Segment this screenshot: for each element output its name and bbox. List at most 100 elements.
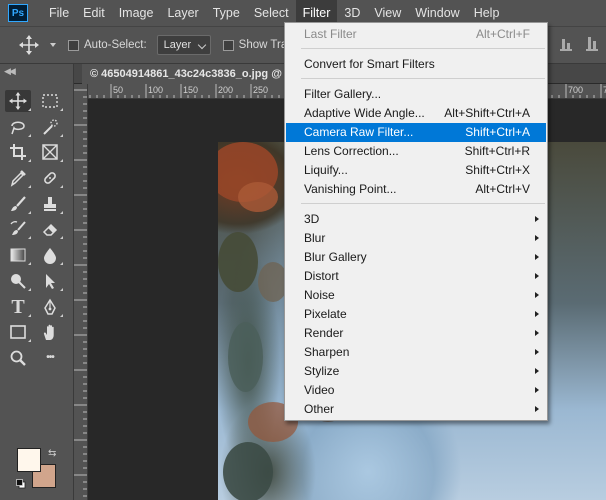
- filter-menu-item-blur[interactable]: Blur: [286, 229, 546, 248]
- auto-select-target-dropdown[interactable]: Layer: [156, 35, 211, 55]
- submenu-arrow-icon: [535, 216, 539, 222]
- menu-type[interactable]: Type: [206, 0, 247, 26]
- menu-separator: [301, 203, 545, 204]
- menu-item-label: 3D: [304, 212, 320, 226]
- filter-menu-item-other[interactable]: Other: [286, 400, 546, 419]
- menu-edit[interactable]: Edit: [76, 0, 112, 26]
- filter-menu-item-blur-gallery[interactable]: Blur Gallery: [286, 248, 546, 267]
- blur-tool-icon[interactable]: [37, 244, 63, 266]
- filter-menu-item-stylize[interactable]: Stylize: [286, 362, 546, 381]
- tool-preset-caret-icon[interactable]: [50, 43, 56, 47]
- menu-file[interactable]: File: [42, 0, 76, 26]
- dodge-tool-icon[interactable]: [5, 270, 31, 292]
- path-selection-tool-icon[interactable]: [37, 270, 63, 292]
- document-tab[interactable]: © 46504914861_43c24c3836_o.jpg @ 66: [82, 64, 287, 84]
- pen-tool-icon[interactable]: [37, 296, 63, 318]
- menu-item-shortcut: Alt+Ctrl+V: [475, 182, 530, 196]
- default-colors-icon[interactable]: [16, 478, 26, 489]
- submenu-arrow-icon: [535, 387, 539, 393]
- menu-item-shortcut: Alt+Ctrl+F: [475, 27, 530, 41]
- menu-item-shortcut: Shift+Ctrl+X: [465, 163, 530, 177]
- type-tool-icon[interactable]: T: [5, 296, 31, 318]
- submenu-arrow-icon: [535, 235, 539, 241]
- filter-menu-item-vanishing-point[interactable]: Vanishing Point... Alt+Ctrl+V: [286, 180, 546, 199]
- submenu-arrow-icon: [535, 330, 539, 336]
- clone-stamp-tool-icon[interactable]: [37, 193, 63, 215]
- type-tool-glyph: T: [11, 295, 25, 318]
- menu-item-label: Blur Gallery: [304, 250, 367, 264]
- lasso-tool-icon[interactable]: [5, 116, 31, 138]
- menu-item-label: Noise: [304, 288, 335, 302]
- menu-item-label: Other: [304, 402, 335, 416]
- tools-panel: ◀◀ T ••• ⇆: [0, 64, 74, 500]
- marquee-tool-icon[interactable]: [37, 90, 63, 112]
- menu-item-label: Convert for Smart Filters: [304, 57, 435, 71]
- auto-select-label: Auto-Select:: [84, 39, 147, 51]
- filter-menu-item-render[interactable]: Render: [286, 324, 546, 343]
- align-bottom-icon[interactable]: [560, 35, 572, 51]
- history-brush-tool-icon[interactable]: [5, 218, 31, 240]
- gradient-tool-icon[interactable]: [5, 244, 31, 266]
- eraser-tool-icon[interactable]: [37, 218, 63, 240]
- filter-menu-item-convert-for-smart-filters[interactable]: Convert for Smart Filters: [286, 55, 546, 74]
- eyedropper-tool-icon[interactable]: [5, 167, 31, 189]
- filter-menu-item-video[interactable]: Video: [286, 381, 546, 400]
- filter-menu-item-liquify[interactable]: Liquify... Shift+Ctrl+X: [286, 161, 546, 180]
- tools-grid: T •••: [5, 90, 69, 373]
- photoshop-logo-icon: Ps: [8, 4, 28, 22]
- brush-tool-icon[interactable]: [5, 193, 31, 215]
- filter-menu-item-distort[interactable]: Distort: [286, 267, 546, 286]
- menu-layer[interactable]: Layer: [160, 0, 205, 26]
- show-transform-controls-label: Show Tra: [238, 39, 288, 51]
- menu-separator: [301, 48, 545, 49]
- filter-menu-item-filter-gallery[interactable]: Filter Gallery...: [286, 85, 546, 104]
- filter-menu-item-noise[interactable]: Noise: [286, 286, 546, 305]
- submenu-arrow-icon: [535, 368, 539, 374]
- align-bottom-alt-icon[interactable]: [586, 35, 598, 51]
- auto-select-checkbox[interactable]: [68, 39, 79, 51]
- filter-menu-item-3d[interactable]: 3D: [286, 210, 546, 229]
- menu-item-shortcut: Shift+Ctrl+R: [464, 144, 530, 158]
- submenu-arrow-icon: [535, 349, 539, 355]
- menu-item-label: Pixelate: [304, 307, 347, 321]
- chevron-down-icon: [197, 40, 206, 50]
- filter-menu-item-lens-correction[interactable]: Lens Correction... Shift+Ctrl+R: [286, 142, 546, 161]
- move-tool-icon[interactable]: [5, 90, 31, 112]
- submenu-arrow-icon: [535, 292, 539, 298]
- photoshop-window: Ps File Edit Image Layer Type Select Filter 3D V…: [0, 0, 606, 500]
- ruler-label: 150: [183, 85, 199, 95]
- rectangle-tool-icon[interactable]: [5, 321, 31, 343]
- menu-item-shortcut: Shift+Ctrl+A: [465, 125, 530, 139]
- color-swatches: ⇆: [16, 448, 62, 494]
- filter-menu-item-sharpen[interactable]: Sharpen: [286, 343, 546, 362]
- ruler-label: 200: [218, 85, 234, 95]
- menu-image[interactable]: Image: [112, 0, 161, 26]
- align-controls: [560, 35, 598, 51]
- move-options-icon[interactable]: [18, 34, 40, 56]
- show-transform-controls-checkbox[interactable]: [222, 39, 234, 51]
- menu-item-label: Sharpen: [304, 345, 350, 359]
- menu-item-label: Video: [304, 383, 335, 397]
- crop-tool-icon[interactable]: [5, 141, 31, 163]
- filter-menu: Last Filter Alt+Ctrl+F Convert for Smart F…: [284, 22, 548, 421]
- foreground-color-swatch[interactable]: [17, 448, 41, 472]
- ruler-label: 100: [148, 85, 164, 95]
- menu-separator: [301, 78, 545, 79]
- filter-menu-item-camera-raw-filter[interactable]: Camera Raw Filter... Shift+Ctrl+A: [286, 123, 546, 142]
- menu-item-label: Stylize: [304, 364, 340, 378]
- frame-tool-icon[interactable]: [37, 141, 63, 163]
- ruler-label: 50: [113, 85, 124, 95]
- healing-brush-tool-icon[interactable]: [37, 167, 63, 189]
- filter-menu-item-pixelate[interactable]: Pixelate: [286, 305, 546, 324]
- quick-selection-tool-icon[interactable]: [37, 116, 63, 138]
- menu-item-label: Render: [304, 326, 344, 340]
- menu-item-shortcut: Alt+Shift+Ctrl+A: [444, 106, 530, 120]
- panel-collapse-icon[interactable]: ◀◀: [4, 66, 16, 77]
- hand-tool-icon[interactable]: [37, 321, 63, 343]
- swap-colors-icon[interactable]: ⇆: [48, 448, 56, 459]
- auto-select-target-value: Layer: [163, 39, 192, 51]
- filter-menu-item-adaptive-wide-angle[interactable]: Adaptive Wide Angle... Alt+Shift+Ctrl+A: [286, 104, 546, 123]
- vertical-ruler[interactable]: [74, 84, 88, 500]
- more-tools-icon[interactable]: •••: [37, 347, 63, 369]
- zoom-tool-icon[interactable]: [5, 347, 31, 369]
